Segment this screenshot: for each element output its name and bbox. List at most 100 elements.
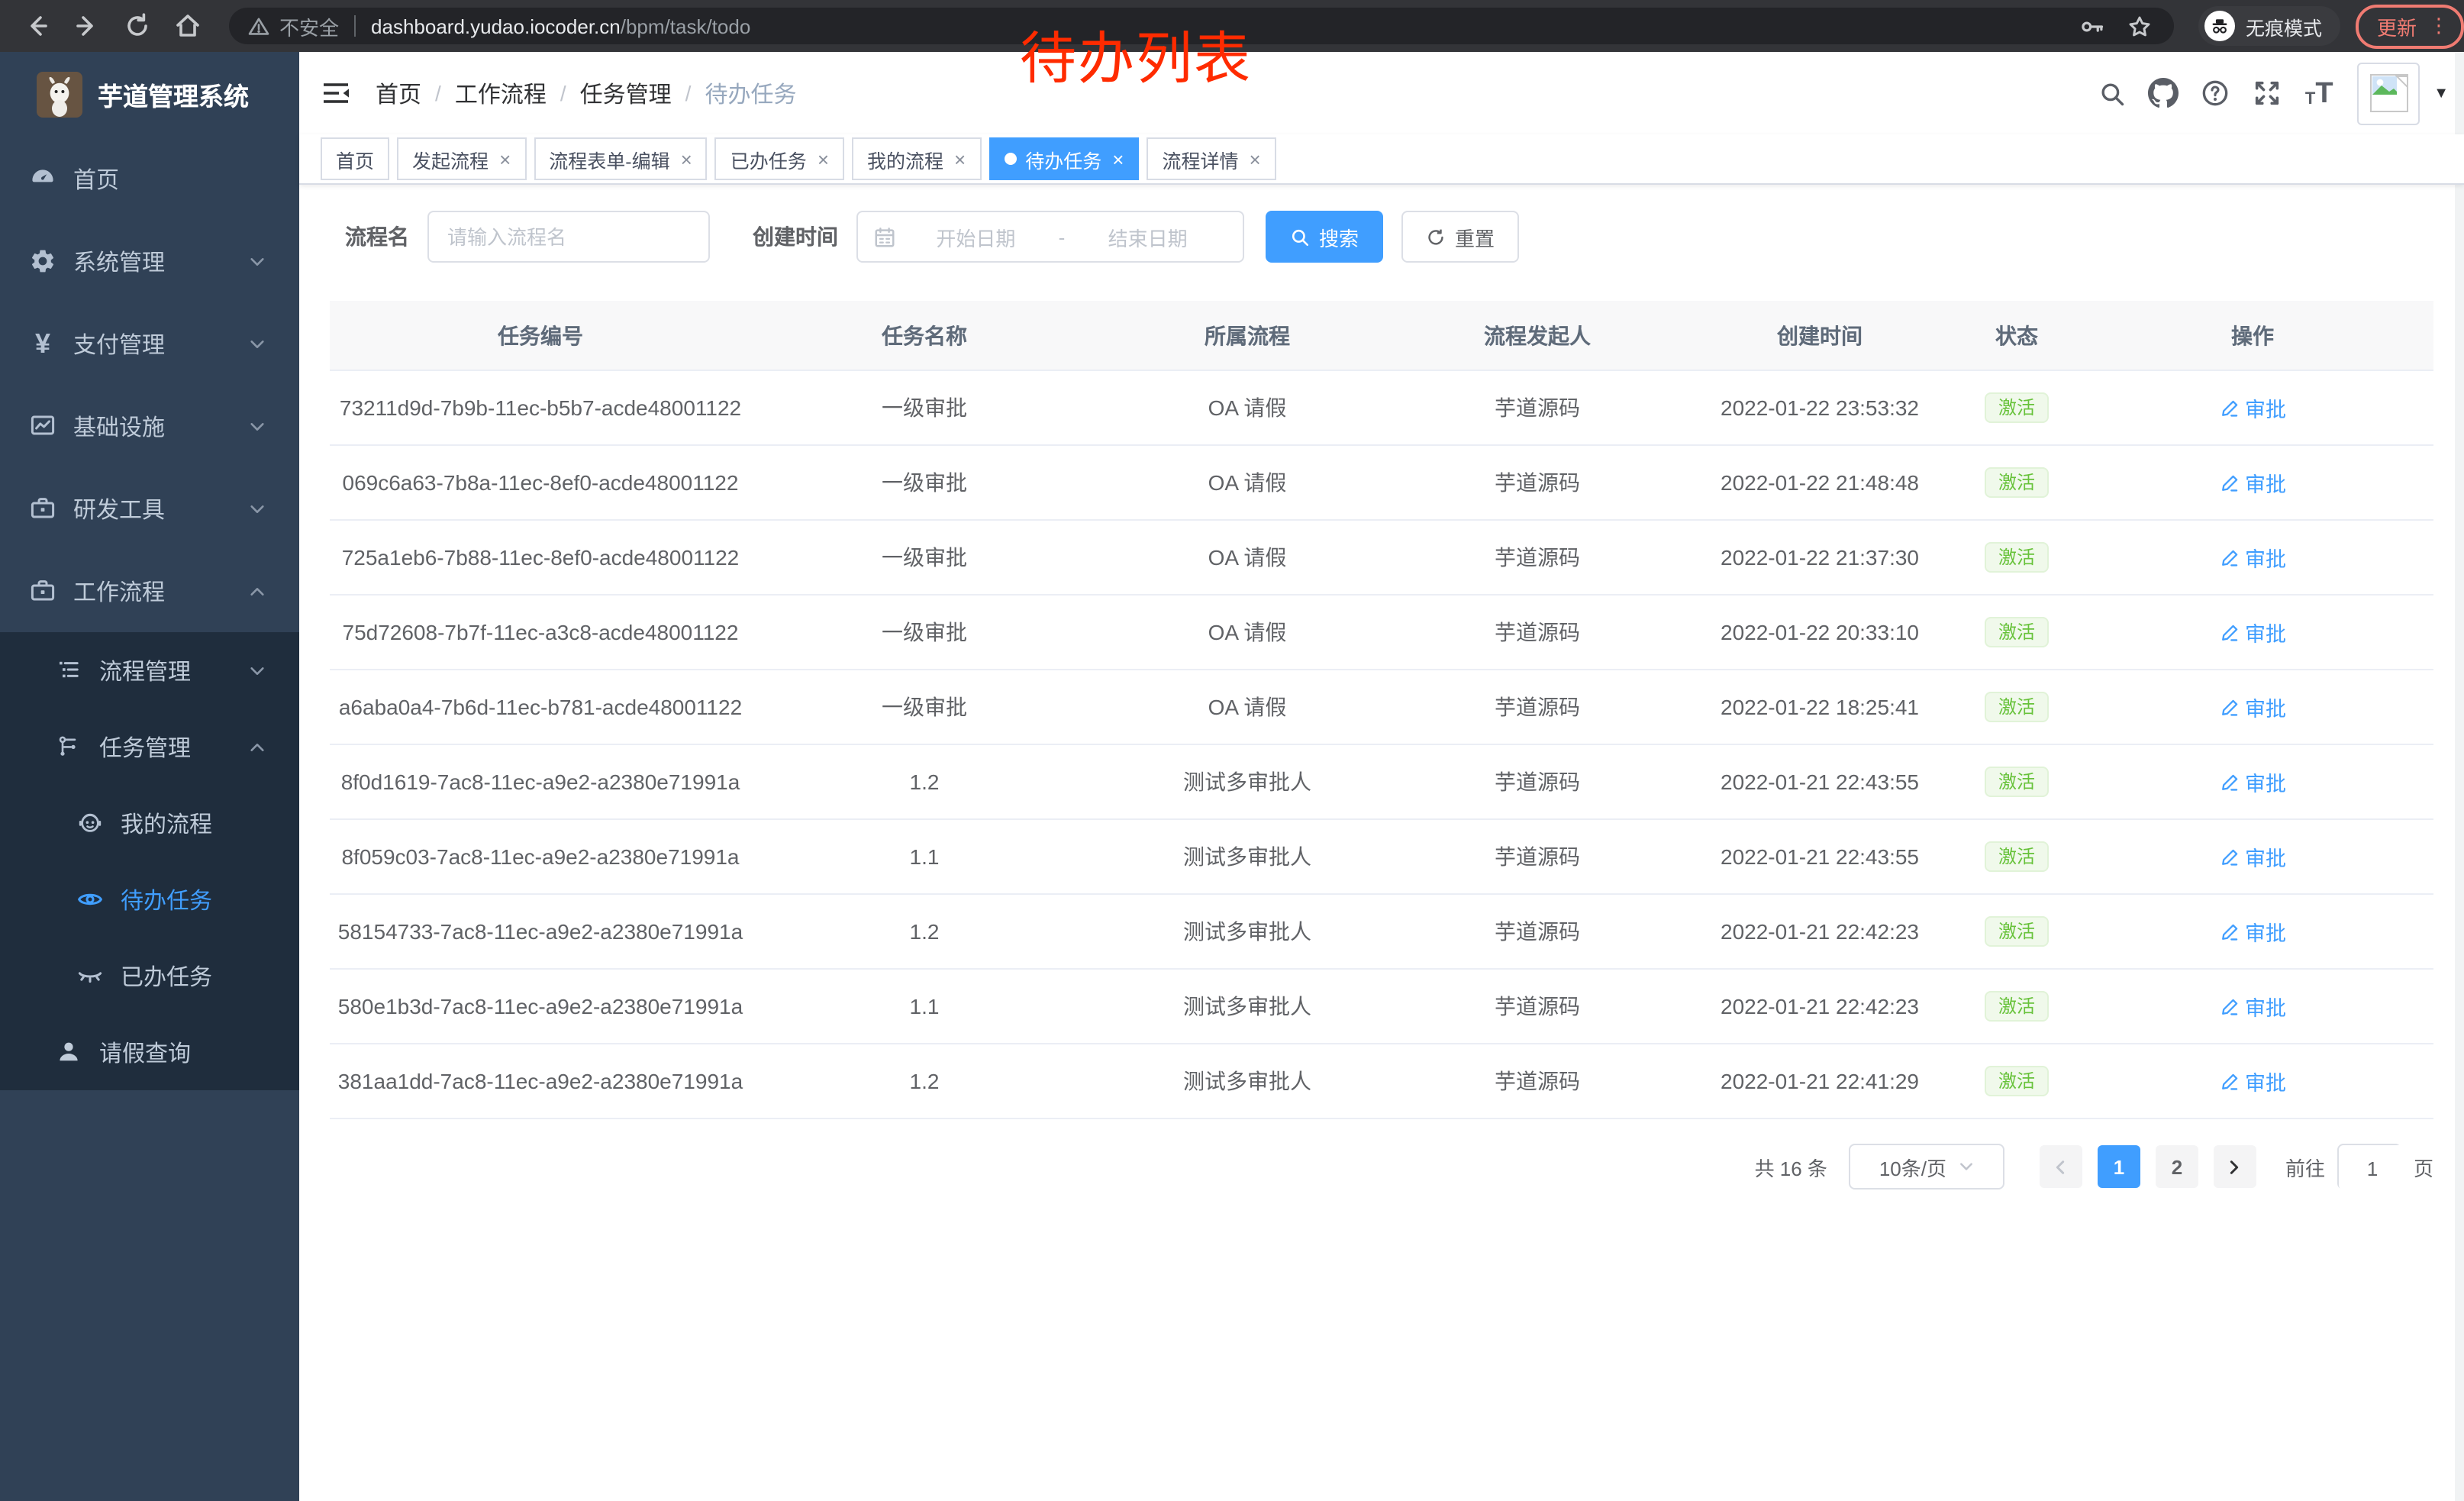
sidebar-item-process-management[interactable]: 流程管理	[0, 632, 299, 709]
sidebar-item-todo-tasks[interactable]: 待办任务	[0, 861, 299, 938]
bookmark-star-icon[interactable]	[2127, 13, 2153, 39]
close-icon[interactable]: ×	[1249, 149, 1260, 169]
update-label: 更新	[2377, 11, 2417, 40]
task-id-cell: 725a1eb6-7b88-11ec-8ef0-acde48001122	[330, 545, 751, 570]
app-logo	[37, 72, 82, 118]
search-button[interactable]: 搜索	[1266, 211, 1383, 263]
sidebar-item-my-process[interactable]: 我的流程	[0, 785, 299, 861]
tab-process-detail[interactable]: 流程详情×	[1147, 137, 1276, 180]
password-key-icon[interactable]	[2079, 13, 2105, 39]
breadcrumb-item[interactable]: 工作流程	[455, 77, 547, 109]
approve-link[interactable]: 审批	[2219, 767, 2286, 797]
github-icon[interactable]	[2137, 67, 2189, 119]
approve-link[interactable]: 审批	[2219, 617, 2286, 647]
toolbox-icon	[29, 577, 56, 605]
approve-link[interactable]: 审批	[2219, 916, 2286, 947]
goto-label: 前往	[2285, 1152, 2325, 1181]
refresh-icon	[1426, 227, 1446, 247]
task-name-cell: 一级审批	[751, 467, 1098, 498]
close-icon[interactable]: ×	[499, 149, 511, 169]
created-time-cell: 2022-01-21 22:42:23	[1678, 919, 1962, 944]
browser-chrome: 不安全 dashboard.yudao.iocoder.cn/bpm/task/…	[0, 0, 2464, 52]
font-size-icon[interactable]: TT	[2293, 67, 2345, 119]
status-cell: 激活	[1962, 991, 2072, 1022]
tags-bar: 首页 发起流程× 流程表单-编辑× 已办任务× 我的流程× 待办任务× 流程详情…	[299, 134, 2464, 185]
tab-todo-tasks[interactable]: 待办任务×	[989, 137, 1139, 180]
close-icon[interactable]: ×	[818, 149, 829, 169]
home-icon[interactable]	[174, 12, 202, 40]
caret-down-icon[interactable]: ▼	[2433, 85, 2449, 102]
status-badge: 激活	[1985, 916, 2049, 947]
column-header: 任务名称	[751, 320, 1098, 350]
table-row: 069c6a63-7b8a-11ec-8ef0-acde48001122 一级审…	[330, 446, 2433, 521]
help-icon[interactable]	[2189, 67, 2241, 119]
approve-link[interactable]: 审批	[2219, 542, 2286, 573]
tab-home[interactable]: 首页	[321, 137, 389, 180]
process-cell: 测试多审批人	[1098, 1066, 1397, 1096]
tab-my-process[interactable]: 我的流程×	[852, 137, 981, 180]
goto-page-input[interactable]	[2339, 1145, 2406, 1191]
search-icon	[1290, 227, 1310, 247]
sidebar-item-home[interactable]: 首页	[0, 137, 299, 220]
sidebar-item-payment[interactable]: ¥ 支付管理	[0, 302, 299, 385]
sidebar-item-leave-query[interactable]: 请假查询	[0, 1014, 299, 1090]
date-range-picker[interactable]: 开始日期 - 结束日期	[856, 211, 1244, 263]
starter-cell: 芋道源码	[1397, 916, 1678, 947]
reset-button[interactable]: 重置	[1401, 211, 1519, 263]
forward-icon[interactable]	[73, 12, 101, 40]
task-name-cell: 1.1	[751, 844, 1098, 869]
avatar[interactable]	[2357, 62, 2420, 124]
action-cell: 审批	[2072, 467, 2433, 498]
action-cell: 审批	[2072, 767, 2433, 797]
status-badge: 激活	[1985, 767, 2049, 797]
top-navbar: 首页 / 工作流程 / 任务管理 / 待办任务 TT	[299, 52, 2464, 134]
window-scrollbar[interactable]	[2455, 52, 2464, 1501]
sidebar-collapse-icon[interactable]	[321, 78, 351, 108]
sidebar-item-task-management[interactable]: 任务管理	[0, 709, 299, 785]
tab-process-form-edit[interactable]: 流程表单-编辑×	[534, 137, 708, 180]
approve-link[interactable]: 审批	[2219, 692, 2286, 722]
starter-cell: 芋道源码	[1397, 767, 1678, 797]
column-header: 流程发起人	[1397, 320, 1678, 350]
close-icon[interactable]: ×	[681, 149, 692, 169]
edit-pen-icon	[2219, 398, 2239, 418]
sidebar-item-label: 研发工具	[73, 492, 165, 525]
tab-done-tasks[interactable]: 已办任务×	[715, 137, 844, 180]
page-size-select[interactable]: 10条/页	[1849, 1144, 2004, 1190]
app-title: 芋道管理系统	[98, 76, 249, 113]
sidebar-item-done-tasks[interactable]: 已办任务	[0, 938, 299, 1014]
security-label: 不安全	[279, 11, 339, 40]
page-button-1[interactable]: 1	[2098, 1145, 2140, 1188]
breadcrumb-item[interactable]: 任务管理	[580, 77, 672, 109]
next-page-button[interactable]	[2214, 1145, 2256, 1188]
sidebar-item-dev-tools[interactable]: 研发工具	[0, 467, 299, 550]
process-name-input[interactable]	[429, 212, 708, 261]
reload-icon[interactable]	[124, 12, 151, 40]
prev-page-button[interactable]	[2040, 1145, 2082, 1188]
chevron-up-icon	[249, 739, 266, 756]
browser-update-button[interactable]: 更新 ⋮	[2356, 4, 2464, 48]
page-button-2[interactable]: 2	[2156, 1145, 2198, 1188]
approve-link[interactable]: 审批	[2219, 467, 2286, 498]
approve-link[interactable]: 审批	[2219, 991, 2286, 1022]
created-time-cell: 2022-01-22 21:48:48	[1678, 470, 1962, 495]
sidebar-item-workflow[interactable]: 工作流程	[0, 550, 299, 632]
approve-link[interactable]: 审批	[2219, 1066, 2286, 1096]
back-icon[interactable]	[23, 12, 50, 40]
status-badge: 激活	[1985, 692, 2049, 722]
chevron-down-icon	[249, 336, 266, 353]
browser-menu-icon[interactable]: ⋮	[2429, 14, 2449, 38]
address-bar[interactable]: 不安全 dashboard.yudao.iocoder.cn/bpm/task/…	[229, 8, 2174, 44]
sidebar-item-infrastructure[interactable]: 基础设施	[0, 385, 299, 467]
approve-link[interactable]: 审批	[2219, 841, 2286, 872]
approve-link[interactable]: 审批	[2219, 392, 2286, 423]
close-icon[interactable]: ×	[954, 149, 966, 169]
close-icon[interactable]: ×	[1112, 149, 1124, 169]
fullscreen-icon[interactable]	[2241, 67, 2293, 119]
app-logo-row[interactable]: 芋道管理系统	[0, 52, 299, 137]
header-search-icon[interactable]	[2085, 67, 2137, 119]
breadcrumb-item[interactable]: 首页	[376, 77, 421, 109]
tab-start-process[interactable]: 发起流程×	[397, 137, 526, 180]
chevron-down-icon	[1959, 1159, 1974, 1174]
sidebar-item-system[interactable]: 系统管理	[0, 220, 299, 302]
